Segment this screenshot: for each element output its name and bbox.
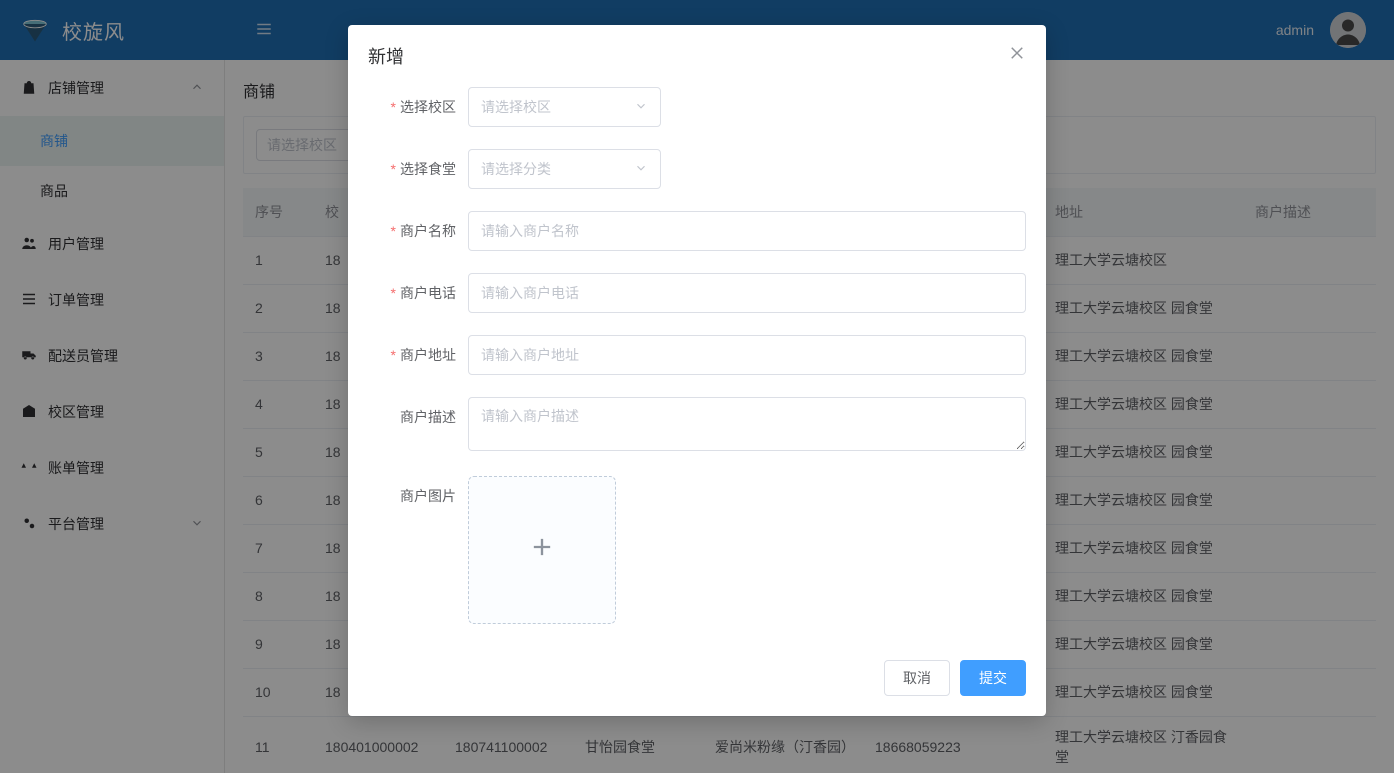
- modal-footer: 取消 提交: [348, 650, 1046, 716]
- shop-address-input[interactable]: [468, 335, 1026, 375]
- modal-body: *选择校区 请选择校区 *选择食堂 请选择分类 *商户名称: [348, 77, 1046, 650]
- select-placeholder: 请选择校区: [481, 97, 551, 117]
- campus-select[interactable]: 请选择校区: [468, 87, 661, 127]
- canteen-select[interactable]: 请选择分类: [468, 149, 661, 189]
- label-image: 商户图片: [400, 488, 456, 504]
- submit-label: 提交: [979, 668, 1007, 688]
- label-name: 商户名称: [400, 223, 456, 239]
- image-upload[interactable]: [468, 476, 616, 624]
- shop-phone-field[interactable]: [481, 285, 1013, 301]
- select-placeholder: 请选择分类: [481, 159, 551, 179]
- cancel-button[interactable]: 取消: [884, 660, 950, 696]
- shop-name-input[interactable]: [468, 211, 1026, 251]
- label-campus: 选择校区: [400, 99, 456, 115]
- close-icon[interactable]: [1008, 44, 1026, 68]
- shop-desc-textarea[interactable]: [468, 397, 1026, 451]
- label-desc: 商户描述: [400, 409, 456, 425]
- chevron-down-icon: [634, 161, 648, 178]
- cancel-label: 取消: [903, 668, 931, 688]
- chevron-down-icon: [634, 99, 648, 116]
- shop-address-field[interactable]: [481, 347, 1013, 363]
- modal-header: 新增: [348, 25, 1046, 77]
- submit-button[interactable]: 提交: [960, 660, 1026, 696]
- plus-icon: [528, 533, 556, 568]
- label-phone: 商户电话: [400, 285, 456, 301]
- add-shop-modal: 新增 *选择校区 请选择校区 *选择食堂 请选择分类: [348, 25, 1046, 716]
- modal-title: 新增: [368, 43, 1008, 69]
- shop-phone-input[interactable]: [468, 273, 1026, 313]
- shop-name-field[interactable]: [481, 223, 1013, 239]
- label-canteen: 选择食堂: [400, 161, 456, 177]
- label-address: 商户地址: [400, 347, 456, 363]
